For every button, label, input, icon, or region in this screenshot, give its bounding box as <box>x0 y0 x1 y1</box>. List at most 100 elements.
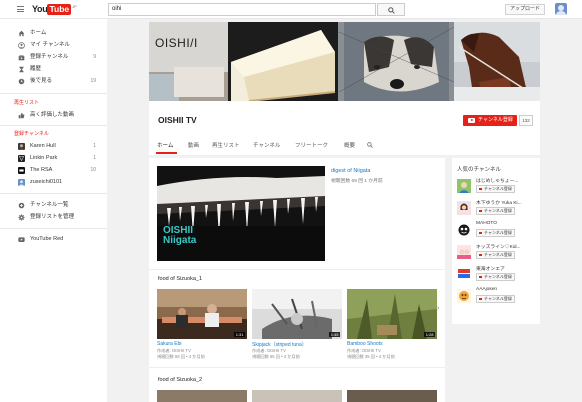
video-duration: 1:31 <box>234 332 245 337</box>
video-thumbnail[interactable] <box>157 390 247 402</box>
sidebar-item-watch-later[interactable]: 後で見る 19 <box>18 77 96 86</box>
featured-video-title[interactable]: digest of Niigata <box>331 168 370 174</box>
video-thumbnail[interactable] <box>347 390 437 402</box>
channel-home-content: OISHII Niigata digest of Niigata 視聴回数 69… <box>149 158 445 402</box>
search-input[interactable]: oihi <box>108 3 376 16</box>
subscriptions-heading: 登録チャンネル <box>14 131 49 137</box>
divider <box>0 93 107 94</box>
search-button[interactable] <box>377 3 405 16</box>
sidebar-item-subscriptions[interactable]: 登録チャンネル 9 <box>18 53 96 62</box>
featured-video-meta: 視聴回数 69 回 1 か月前 <box>331 179 383 184</box>
sidebar-item-liked-videos[interactable]: 高く評価した動画 <box>18 111 96 120</box>
sidebar-item-label: zuseichi0101 <box>30 179 63 185</box>
sidebar-item-youtube-red[interactable]: YouTube Red <box>18 235 96 244</box>
top-bar: You Tube JP oihi アップロード <box>0 0 582 19</box>
divider <box>0 193 107 194</box>
channel-title[interactable]: OISHII TV <box>158 115 197 125</box>
channel-name[interactable]: 木下ゆうか Yuka Ki... <box>476 199 537 206</box>
menu-icon[interactable] <box>17 6 24 12</box>
channel-name[interactable]: AAAjoken <box>476 287 537 292</box>
subscribe-button[interactable]: チャンネル登録 <box>476 273 515 281</box>
hourglass-icon <box>19 66 24 73</box>
subscribe-button[interactable]: チャンネル登録 <box>476 185 515 193</box>
video-thumbnail[interactable] <box>252 390 342 402</box>
sidebar-item-home[interactable]: ホーム <box>18 29 96 38</box>
channel-recommendation: 木下ゆうか Yuka Ki... チャンネル登録 <box>457 199 537 217</box>
divider <box>0 125 107 126</box>
zuseichi0101-avatar <box>18 179 25 186</box>
divider <box>0 228 107 229</box>
plus-circle-icon <box>18 202 25 209</box>
sidebar-item-label: 履歴 <box>30 66 42 72</box>
channel-name[interactable]: MAHOTO <box>476 221 537 226</box>
channel-recommendation: はじめしゃちょー... チャンネル登録 <box>457 177 537 195</box>
channel-avatar[interactable] <box>457 201 471 215</box>
channel-name[interactable]: はじめしゃちょー... <box>476 177 537 184</box>
video-author: 作成者: OISHII TV <box>157 348 191 353</box>
shelf-title[interactable]: food of Sizuoka_2 <box>158 377 202 383</box>
shelf-next-arrow-icon[interactable]: › <box>437 305 439 312</box>
account-avatar[interactable] <box>555 3 567 15</box>
video-title[interactable]: Sakura Ebi <box>157 341 181 347</box>
subscribe-button[interactable]: チャンネル登録 <box>476 207 515 215</box>
subscribe-button[interactable]: チャンネル登録 <box>476 229 515 237</box>
channel-avatar[interactable] <box>457 289 471 303</box>
channel-avatar[interactable] <box>457 223 471 237</box>
channel-recommendation: MAHOTO チャンネル登録 <box>457 221 537 239</box>
search-icon <box>388 7 395 14</box>
home-icon <box>18 30 25 37</box>
channel-search-icon[interactable] <box>367 142 373 148</box>
shelf-title[interactable]: food of Sizuoka_1 <box>158 276 202 282</box>
sidebar-item-label: Linkin Park <box>30 155 58 161</box>
channel-avatar[interactable] <box>457 245 471 259</box>
logo-region: JP <box>72 4 77 9</box>
linkin-park-avatar <box>18 155 25 162</box>
channel-header: OISHII TV チャンネル登録 132 ホーム 動画 再生リスト チャンネル… <box>149 101 540 155</box>
subscribe-button[interactable]: チャンネル登録 <box>476 251 515 259</box>
channel-avatar[interactable] <box>457 267 471 281</box>
active-tab-indicator <box>156 152 177 154</box>
upload-button[interactable]: アップロード <box>505 4 545 15</box>
tab-about[interactable]: 概要 <box>344 141 355 149</box>
tab-videos[interactable]: 動画 <box>188 141 199 149</box>
tab-discussion[interactable]: フリートーク <box>295 141 328 149</box>
video-thumbnail[interactable]: 1:28 <box>347 289 437 339</box>
sidebar-item-the-rsa[interactable]: The RSA 10 <box>18 166 96 175</box>
sidebar-item-label: チャンネル一覧 <box>30 202 69 208</box>
sidebar-item-my-channel[interactable]: マイ チャンネル <box>18 41 96 50</box>
gear-icon <box>18 214 25 221</box>
youtube-red-icon <box>18 237 25 242</box>
sidebar-item-history[interactable]: 履歴 <box>18 65 96 74</box>
video-duration: 1:45 <box>329 332 340 337</box>
logo-tube: Tube <box>47 4 72 15</box>
sidebar-item-zuseichi0101[interactable]: zuseichi0101 <box>18 178 96 187</box>
subscribe-button[interactable]: チャンネル登録 <box>463 115 517 126</box>
video-title[interactable]: Bamboo Shoots <box>347 341 383 347</box>
playlists-heading: 再生リスト <box>14 100 40 106</box>
popular-channels-panel: 人気のチャンネル はじめしゃちょー... チャンネル登録 木下ゆうか Yuka … <box>452 158 540 324</box>
tab-playlists[interactable]: 再生リスト <box>212 141 240 149</box>
sidebar-item-linkin-park[interactable]: Linkin Park 1 <box>18 154 96 163</box>
sidebar-item-karen-hull[interactable]: Karen Hull 1 <box>18 142 96 151</box>
channel-name[interactable]: キッズライン♡Kid... <box>476 243 537 250</box>
sidebar-item-label: 登録リストを管理 <box>30 214 75 220</box>
sidebar-item-manage-subscriptions[interactable]: 登録リストを管理 <box>18 213 96 222</box>
sidebar-item-count: 1 <box>93 155 96 161</box>
channel-avatar[interactable] <box>457 179 471 193</box>
channel-name[interactable]: 東海オンエア <box>476 265 537 272</box>
video-thumbnail[interactable]: 1:45 <box>252 289 342 339</box>
subscribe-button[interactable]: チャンネル登録 <box>476 295 515 303</box>
karen-hull-avatar <box>18 143 25 150</box>
sidebar-item-count: 1 <box>93 143 96 149</box>
tab-home[interactable]: ホーム <box>157 141 173 149</box>
subscriber-count: 132 <box>519 115 533 126</box>
channel-recommendation: AAAjoken チャンネル登録 <box>457 287 537 305</box>
video-meta: 視聴回数 35 回 • 4 か月前 <box>347 354 395 359</box>
video-meta: 視聴回数 65 回 • 4 か月前 <box>252 354 300 359</box>
video-title[interactable]: Skipjack（striped tuna） <box>252 341 307 348</box>
featured-video-thumbnail[interactable]: OISHII Niigata <box>157 166 325 261</box>
youtube-logo[interactable]: You Tube JP <box>32 4 77 15</box>
video-thumbnail[interactable]: 1:31 <box>157 289 247 339</box>
sidebar-item-browse-channels[interactable]: チャンネル一覧 <box>18 201 96 210</box>
tab-channels[interactable]: チャンネル <box>253 141 280 149</box>
